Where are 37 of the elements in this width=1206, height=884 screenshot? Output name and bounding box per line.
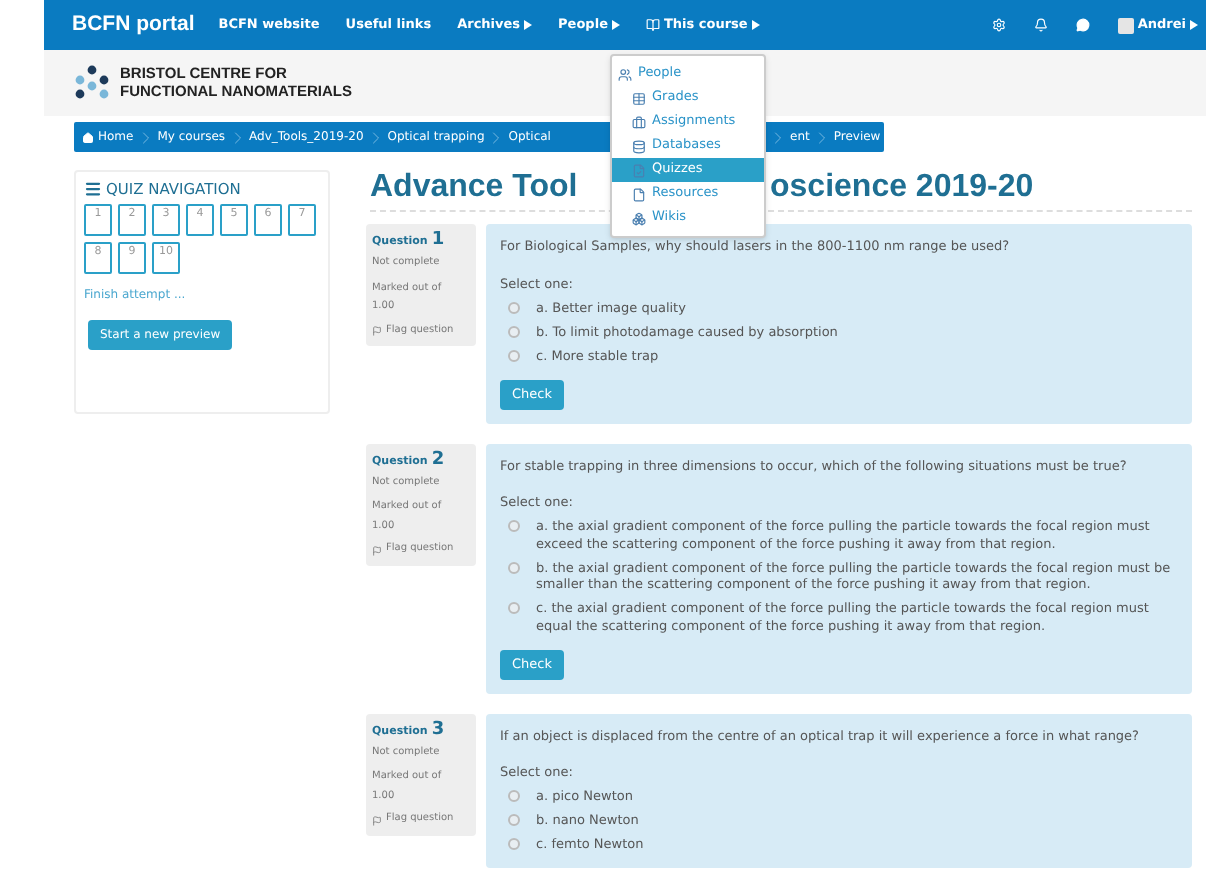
book-icon xyxy=(645,18,660,32)
avatar[interactable] xyxy=(1117,17,1134,33)
radio-button[interactable] xyxy=(508,301,520,313)
radio-button[interactable] xyxy=(508,561,520,573)
settings-icon[interactable] xyxy=(991,18,1006,32)
caret-icon xyxy=(524,20,533,30)
radio-button[interactable] xyxy=(508,520,520,532)
brand-link[interactable]: BCFN portal xyxy=(72,9,195,41)
home-icon xyxy=(82,131,94,143)
table-icon xyxy=(632,91,646,105)
briefcase-icon xyxy=(632,115,646,129)
radio-button[interactable] xyxy=(508,814,520,826)
flag-icon xyxy=(372,545,382,555)
file-icon xyxy=(632,187,646,201)
radio-button[interactable] xyxy=(508,790,520,802)
boxes-icon xyxy=(632,211,646,225)
question-number: 2 xyxy=(431,451,445,469)
people-icon xyxy=(618,67,632,81)
caret-icon xyxy=(611,20,620,30)
radio-button[interactable] xyxy=(508,838,520,850)
caret-icon xyxy=(751,20,760,30)
radio-button[interactable] xyxy=(508,325,520,337)
caret-icon xyxy=(1190,20,1198,30)
flag-icon xyxy=(372,326,382,336)
flag-icon xyxy=(372,815,382,825)
menu-icon xyxy=(84,180,102,199)
chat-icon[interactable] xyxy=(1075,18,1090,32)
bell-icon[interactable] xyxy=(1033,18,1048,32)
logo-icon xyxy=(72,63,112,103)
database-icon xyxy=(632,139,646,153)
radio-button[interactable] xyxy=(508,602,520,614)
checked-file-icon xyxy=(632,163,646,177)
radio-button[interactable] xyxy=(508,349,520,361)
page-title: Advance Tool xyxy=(370,170,578,204)
question-number: 1 xyxy=(431,232,445,250)
page-title: oscience 2019-20 xyxy=(770,170,1034,204)
question-number: 3 xyxy=(431,721,445,739)
